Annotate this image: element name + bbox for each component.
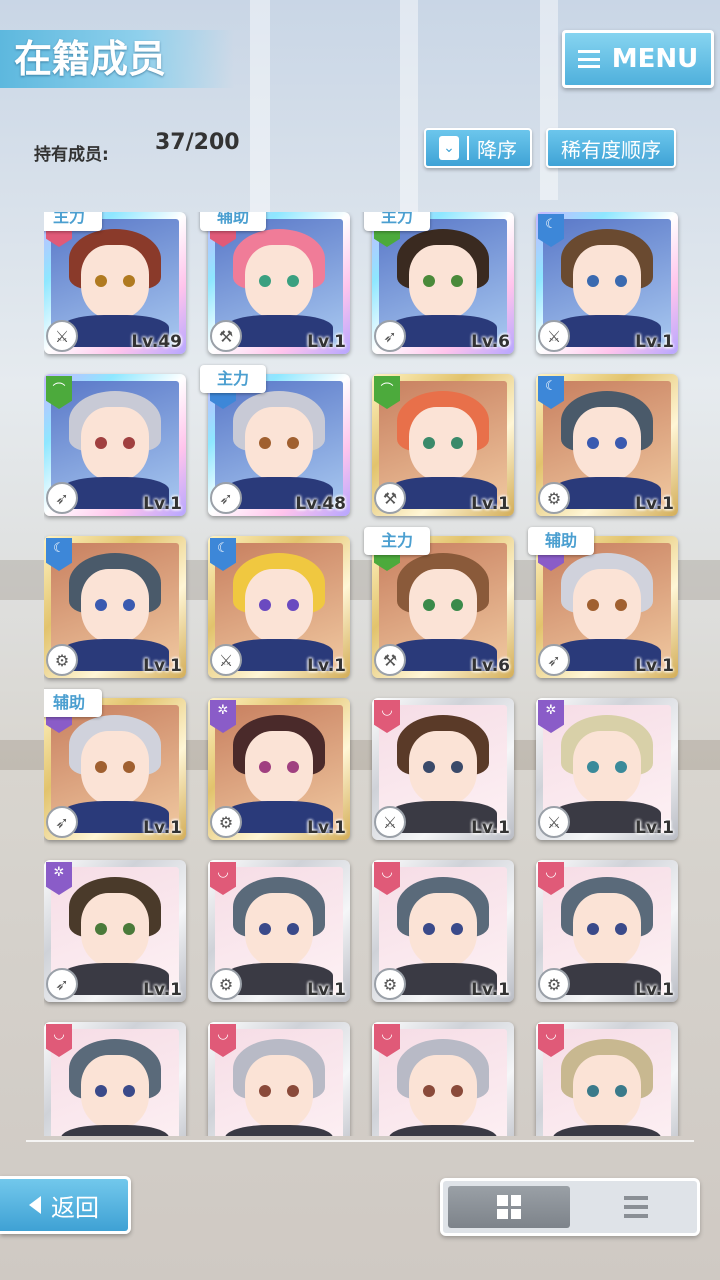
view-toggle — [440, 1178, 700, 1236]
level-label: Lv.1 — [635, 818, 674, 838]
level-label: Lv.1 — [635, 494, 674, 514]
sword-weapon-icon: ⚔ — [210, 644, 242, 676]
role-tag: 辅助 — [44, 689, 102, 717]
level-label: Lv.1 — [635, 332, 674, 352]
hamburger-icon — [577, 50, 600, 68]
member-card[interactable]: ◡ ⚙ Lv.1 — [208, 860, 350, 1002]
list-view-icon — [624, 1196, 648, 1218]
member-card[interactable]: ◡主力⚔Lv.49 — [44, 212, 186, 354]
level-label: Lv.1 — [635, 980, 674, 1000]
member-card[interactable]: ☾主力➶Lv.48 — [200, 365, 350, 516]
member-card[interactable]: ◡ ⚙ Lv.1 — [372, 860, 514, 1002]
level-label: Lv.1 — [307, 818, 346, 838]
level-label: Lv.1 — [143, 818, 182, 838]
lance-weapon-icon: ➶ — [210, 482, 242, 514]
member-card[interactable]: ☾ ⚙ Lv.1 — [44, 536, 186, 678]
member-card[interactable]: ✲ ⚙ Lv.1 — [208, 698, 350, 840]
hammer-weapon-icon: ⚒ — [374, 644, 406, 676]
member-card[interactable]: ◡ ⚔ Lv.1 — [372, 698, 514, 840]
sword-weapon-icon: ⚔ — [46, 320, 78, 352]
back-button-label: 返回 — [51, 1193, 99, 1222]
member-card[interactable]: ⌒ ⚒ Lv.1 — [372, 374, 514, 516]
member-card[interactable]: ☾ ⚔ Lv.1 — [208, 536, 350, 678]
page-title: 在籍成员 — [0, 30, 234, 88]
gear-weapon-icon: ⚙ — [538, 968, 570, 1000]
list-view-button[interactable] — [575, 1181, 697, 1233]
back-button[interactable]: 返回 — [0, 1176, 131, 1234]
menu-button-label: MENU — [611, 44, 699, 74]
lance-weapon-icon: ➶ — [538, 644, 570, 676]
member-card[interactable]: ◡ ⚙ Lv.1 — [536, 860, 678, 1002]
sort-rarity-button[interactable]: 稀有度顺序 — [546, 128, 676, 168]
lance-weapon-icon: ➶ — [46, 968, 78, 1000]
member-card[interactable]: ⌒主力⚒Lv.6 — [364, 527, 514, 678]
role-tag: 主力 — [364, 212, 430, 231]
role-tag: 主力 — [364, 527, 430, 555]
member-card[interactable]: ☾ ⚙ Lv.1 — [536, 374, 678, 516]
sort-rarity-label: 稀有度顺序 — [561, 137, 661, 162]
role-tag: 主力 — [44, 212, 102, 231]
level-label: Lv.1 — [471, 980, 510, 1000]
level-label: Lv.1 — [307, 980, 346, 1000]
level-label: Lv.1 — [471, 494, 510, 514]
gear-weapon-icon: ⚙ — [538, 482, 570, 514]
member-count-label: 持有成员: — [34, 145, 109, 165]
menu-button[interactable]: MENU — [562, 30, 714, 88]
member-card[interactable]: ◡ — [208, 1022, 350, 1136]
level-label: Lv.48 — [295, 494, 346, 514]
grid-view-icon — [497, 1195, 521, 1219]
gear-weapon-icon: ⚙ — [374, 968, 406, 1000]
sword-weapon-icon: ⚔ — [538, 320, 570, 352]
member-card[interactable]: ◡ — [44, 1022, 186, 1136]
divider — [467, 136, 469, 160]
hammer-weapon-icon: ⚒ — [374, 482, 406, 514]
level-label: Lv.6 — [471, 656, 510, 676]
lance-weapon-icon: ➶ — [374, 320, 406, 352]
lance-weapon-icon: ➶ — [46, 806, 78, 838]
level-label: Lv.1 — [471, 818, 510, 838]
member-card[interactable]: ☾ ⚔ Lv.1 — [536, 212, 678, 354]
double-chevron-down-icon: ⌄ — [439, 136, 459, 160]
member-card[interactable]: ✲辅助➶Lv.1 — [528, 527, 678, 678]
back-arrow-icon — [29, 1196, 41, 1214]
member-card[interactable]: ◡辅助⚒Lv.1 — [200, 212, 350, 354]
role-tag: 主力 — [200, 365, 266, 393]
level-label: Lv.1 — [143, 980, 182, 1000]
hammer-weapon-icon: ⚒ — [210, 320, 242, 352]
member-card[interactable]: ◡ — [536, 1022, 678, 1136]
member-card[interactable]: ⌒ ➶ Lv.1 — [44, 374, 186, 516]
lance-weapon-icon: ➶ — [46, 482, 78, 514]
member-card[interactable]: ✲ ➶ Lv.1 — [44, 860, 186, 1002]
gear-weapon-icon: ⚙ — [210, 806, 242, 838]
sword-weapon-icon: ⚔ — [374, 806, 406, 838]
member-card[interactable]: ✲ ⚔ Lv.1 — [536, 698, 678, 840]
sort-order-button[interactable]: ⌄ 降序 — [424, 128, 532, 168]
role-tag: 辅助 — [200, 212, 266, 231]
level-label: Lv.49 — [131, 332, 182, 352]
level-label: Lv.1 — [143, 494, 182, 514]
level-label: Lv.1 — [307, 332, 346, 352]
level-label: Lv.1 — [143, 656, 182, 676]
member-count-value: 37/200 — [155, 130, 240, 155]
member-card[interactable]: ⌒主力➶Lv.6 — [364, 212, 514, 354]
level-label: Lv.1 — [307, 656, 346, 676]
gear-weapon-icon: ⚙ — [46, 644, 78, 676]
sort-order-label: 降序 — [477, 137, 517, 162]
member-card[interactable]: ◡ — [372, 1022, 514, 1136]
member-card[interactable]: ✲辅助➶Lv.1 — [44, 689, 186, 840]
gear-weapon-icon: ⚙ — [210, 968, 242, 1000]
bottom-divider — [26, 1140, 694, 1142]
role-tag: 辅助 — [528, 527, 594, 555]
member-grid: ◡主力⚔Lv.49◡辅助⚒Lv.1⌒主力➶Lv.6☾⚔Lv.1⌒➶Lv.1☾主力… — [44, 212, 684, 1136]
sword-weapon-icon: ⚔ — [538, 806, 570, 838]
level-label: Lv.6 — [471, 332, 510, 352]
grid-view-button[interactable] — [448, 1186, 570, 1228]
level-label: Lv.1 — [635, 656, 674, 676]
